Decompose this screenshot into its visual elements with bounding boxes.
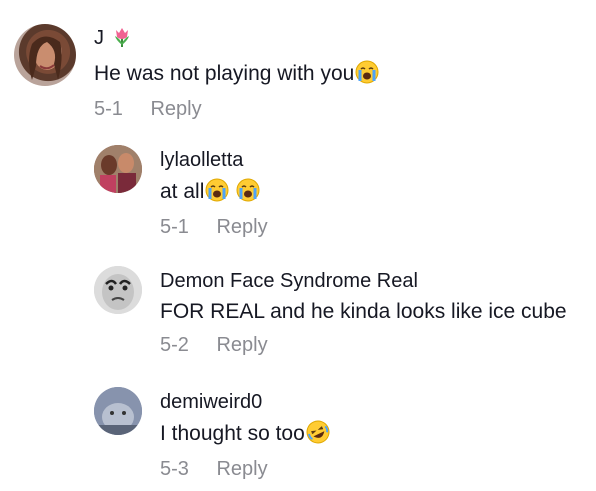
comment-date: 5-2 — [160, 334, 189, 356]
comment-username[interactable]: Demon Face Syndrome Real — [160, 269, 567, 293]
reply-button[interactable]: Reply — [150, 97, 201, 121]
avatar[interactable] — [94, 387, 142, 435]
comment-date: 5-1 — [94, 98, 123, 120]
tulip-emoji-icon — [111, 26, 133, 54]
comment-date: 5-3 — [160, 458, 189, 480]
crying-face-emoji-icon — [205, 178, 229, 209]
avatar[interactable] — [14, 24, 76, 86]
comment-text: FOR REAL and he kinda looks like ice cub… — [160, 300, 567, 323]
reply-button[interactable]: Reply — [216, 333, 267, 357]
rofl-emoji-icon — [306, 420, 330, 451]
comment-text: at all — [160, 178, 268, 209]
comment-username[interactable]: demiweird0 — [160, 390, 330, 414]
reply-button[interactable]: Reply — [216, 215, 267, 239]
comment-text: He was not playing with you — [94, 60, 379, 91]
comment-username[interactable]: lylaolletta — [160, 148, 268, 172]
crying-face-emoji-icon — [236, 178, 260, 209]
comment-username[interactable]: J — [94, 26, 379, 54]
avatar[interactable] — [94, 145, 142, 193]
reply-button[interactable]: Reply — [216, 457, 267, 481]
avatar[interactable] — [94, 266, 142, 314]
comment-text: I thought so too — [160, 420, 330, 451]
comment-date: 5-1 — [160, 216, 189, 238]
crying-face-emoji-icon — [355, 60, 379, 91]
